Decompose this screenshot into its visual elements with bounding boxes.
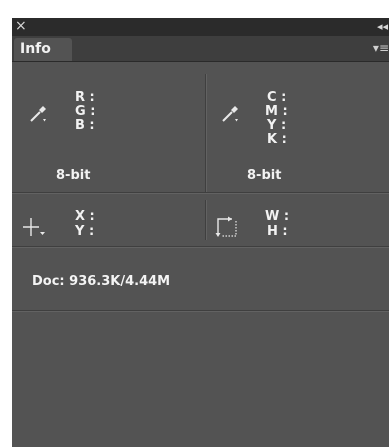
height-label: H :: [267, 224, 288, 239]
collapse-icon[interactable]: ◂◂: [377, 18, 388, 36]
close-icon[interactable]: ×: [15, 18, 27, 34]
divider: [205, 74, 207, 192]
magenta-label: M :: [265, 104, 288, 119]
empty-info-area: [12, 312, 389, 447]
divider: [12, 246, 389, 248]
x-label: X :: [75, 209, 95, 224]
marquee-size-icon[interactable]: [215, 216, 241, 240]
tab-bar: Info ▾≡: [12, 36, 389, 62]
divider: [12, 192, 389, 194]
red-label: R :: [75, 90, 95, 105]
tab-info[interactable]: Info: [14, 38, 72, 61]
info-panel: × ◂◂ Info ▾≡ R : G : B : 8-bit C : M : Y…: [12, 18, 389, 447]
green-label: G :: [75, 104, 96, 119]
panel-menu-icon[interactable]: ▾≡: [373, 39, 389, 57]
cyan-label: C :: [267, 90, 287, 105]
rgb-bit-depth: 8-bit: [56, 168, 91, 183]
y-label: Y :: [75, 224, 95, 239]
blue-label: B :: [75, 118, 95, 133]
panel-titlebar: × ◂◂: [12, 18, 389, 36]
crosshair-icon[interactable]: [22, 216, 48, 238]
divider: [205, 200, 207, 240]
width-label: W :: [265, 209, 290, 224]
yellow-label: Y :: [267, 118, 287, 133]
cmyk-bit-depth: 8-bit: [247, 168, 282, 183]
black-label: K :: [267, 132, 287, 147]
eyedropper-icon[interactable]: [220, 102, 242, 124]
eyedropper-icon[interactable]: [28, 102, 50, 124]
document-size-info: Doc: 936.3K/4.44M: [32, 274, 171, 289]
